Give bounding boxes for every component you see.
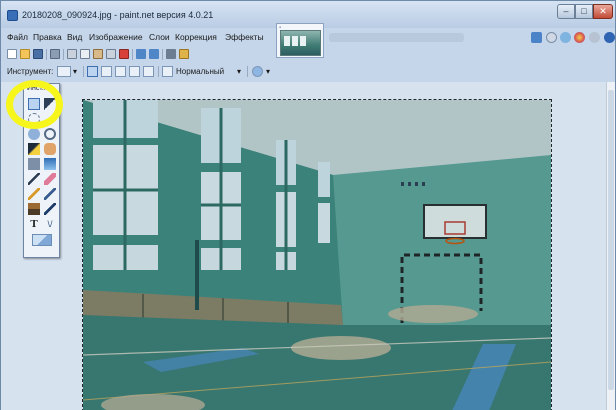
- menu-effects[interactable]: Эффекты: [225, 32, 264, 42]
- paint-net-window: 20180208_090924.jpg - paint.net версия 4…: [0, 0, 616, 410]
- blend-mode-icon: [162, 66, 173, 77]
- paint-net-app-icon[interactable]: [7, 10, 18, 21]
- layers-window-icon[interactable]: [560, 32, 571, 43]
- menu-adjustments[interactable]: Коррекция: [175, 32, 217, 42]
- crop-icon[interactable]: [106, 49, 116, 59]
- text-icon[interactable]: T: [28, 218, 40, 230]
- pan-icon[interactable]: [44, 143, 56, 155]
- color-picker-icon[interactable]: [44, 188, 56, 200]
- pencil-icon[interactable]: [28, 188, 40, 200]
- close-button[interactable]: ✕: [593, 4, 613, 19]
- current-tool-dropdown[interactable]: [57, 66, 71, 77]
- eraser-icon[interactable]: [44, 173, 56, 185]
- menu-bar: Файл Правка Вид Изображение Слои Коррекц…: [1, 29, 281, 45]
- copy-icon[interactable]: [80, 49, 90, 59]
- grid-icon[interactable]: [166, 49, 176, 59]
- chevron-down-icon[interactable]: ▾: [237, 67, 241, 76]
- menu-file[interactable]: Файл: [7, 32, 28, 42]
- vertical-scrollbar[interactable]: [606, 82, 615, 410]
- selection-mode-invert[interactable]: [143, 66, 154, 77]
- ellipse-select-icon[interactable]: [28, 128, 40, 140]
- blend-mode-select[interactable]: Нормальный: [176, 67, 224, 76]
- highlight-circle: [6, 80, 63, 129]
- chevron-down-icon[interactable]: ▾: [266, 67, 270, 76]
- canvas-image[interactable]: [82, 99, 552, 410]
- clone-stamp-icon[interactable]: [28, 203, 40, 215]
- menu-layers[interactable]: Слои: [149, 32, 170, 42]
- scrollbar-thumb[interactable]: [608, 90, 614, 390]
- selection-mode-replace[interactable]: [87, 66, 98, 77]
- selection-mode-exclude[interactable]: [115, 66, 126, 77]
- colors-window-icon[interactable]: [574, 32, 585, 43]
- open-file-icon[interactable]: [20, 49, 30, 59]
- main-toolbar: [1, 46, 615, 63]
- save-icon[interactable]: [33, 49, 43, 59]
- selection-mode-intersect[interactable]: [129, 66, 140, 77]
- new-file-icon[interactable]: [7, 49, 17, 59]
- menu-image[interactable]: Изображение: [89, 32, 143, 42]
- zoom-icon[interactable]: [44, 128, 56, 140]
- menu-edit[interactable]: Правка: [33, 32, 62, 42]
- maximize-button[interactable]: □: [575, 4, 593, 19]
- gradient-icon[interactable]: [44, 158, 56, 170]
- dropdown-arrow-icon[interactable]: ▾: [73, 67, 77, 76]
- deselect-icon[interactable]: [119, 49, 129, 59]
- blurred-area: [329, 33, 464, 42]
- line-curve-icon[interactable]: \/: [44, 218, 56, 230]
- gymnasium-photo: [83, 100, 551, 410]
- menu-view[interactable]: Вид: [67, 32, 82, 42]
- ruler-icon[interactable]: [179, 49, 189, 59]
- history-window-icon[interactable]: [546, 32, 557, 43]
- shapes-icon[interactable]: [32, 234, 52, 246]
- minimize-button[interactable]: –: [557, 4, 575, 19]
- undo-icon[interactable]: [136, 49, 146, 59]
- selection-mode-union[interactable]: [101, 66, 112, 77]
- print-icon[interactable]: [50, 49, 60, 59]
- paint-bucket-icon[interactable]: [28, 158, 40, 170]
- antialiasing-icon[interactable]: [252, 66, 263, 77]
- help-icon[interactable]: [604, 32, 615, 43]
- recolor-icon[interactable]: [44, 203, 56, 215]
- tools-window-icon[interactable]: [531, 32, 542, 43]
- settings-gear-icon[interactable]: [589, 32, 600, 43]
- paintbrush-icon[interactable]: [28, 173, 40, 185]
- cut-icon[interactable]: [67, 49, 77, 59]
- paste-icon[interactable]: [93, 49, 103, 59]
- window-title: 20180208_090924.jpg - paint.net версия 4…: [22, 10, 214, 20]
- tool-options-bar: Инструмент: ▾ Нормальный ▾ ▾: [1, 64, 615, 80]
- tool-label: Инструмент:: [7, 67, 54, 76]
- redo-icon[interactable]: [149, 49, 159, 59]
- magic-wand-icon[interactable]: [28, 143, 40, 155]
